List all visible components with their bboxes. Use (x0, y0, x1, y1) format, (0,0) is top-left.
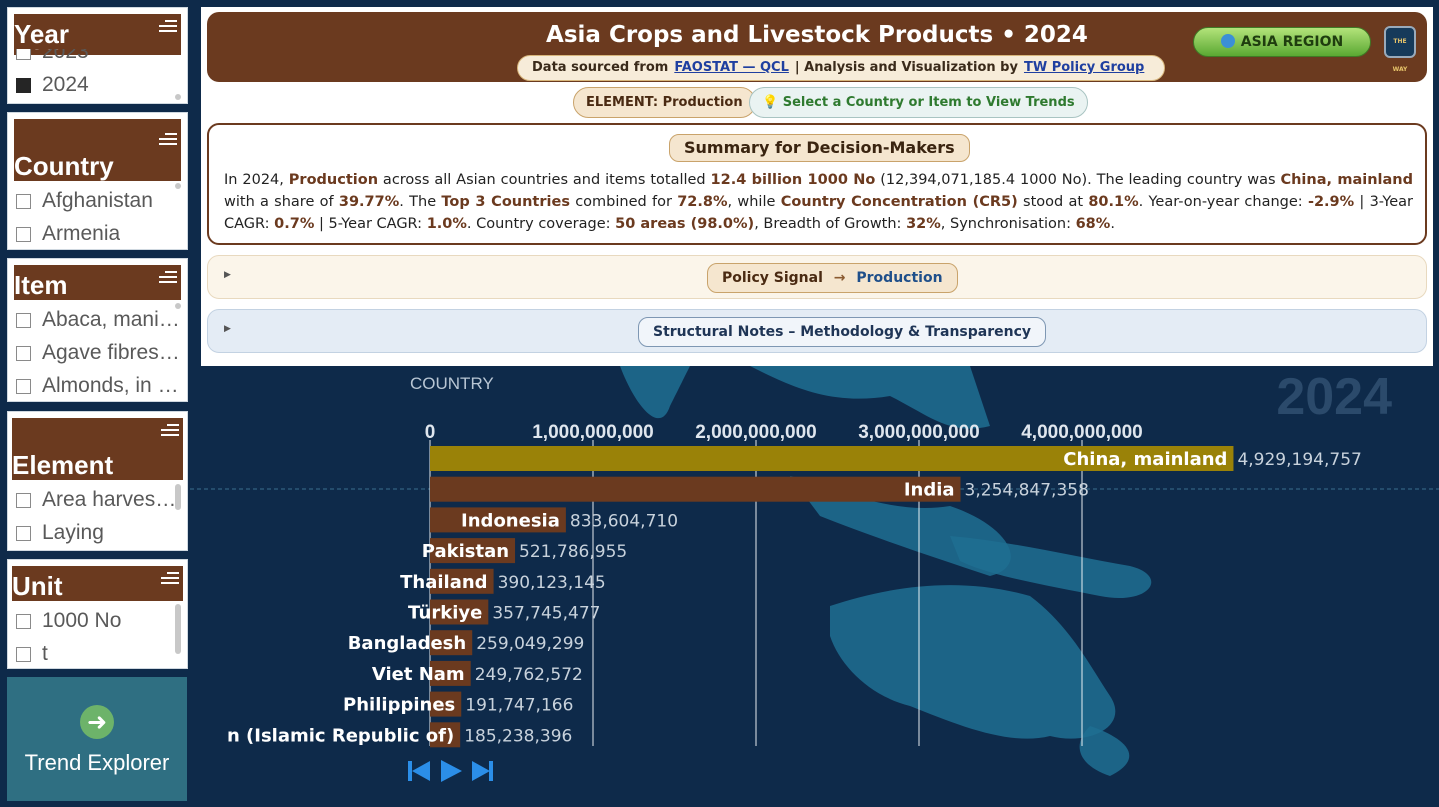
bar-category-label: India (904, 480, 955, 501)
chart-axis-label: COUNTRY (410, 374, 494, 393)
tick-label: 2,000,000,000 (695, 422, 817, 443)
bar-value-label: 4,929,194,757 (1237, 450, 1361, 470)
bar[interactable] (430, 476, 961, 502)
last-icon[interactable] (472, 761, 493, 781)
year-watermark: 2024 (1276, 368, 1392, 426)
first-icon[interactable] (408, 761, 430, 781)
playback-controls (408, 760, 493, 782)
bar-value-label: 833,604,710 (570, 511, 678, 531)
year-slicer-header-cover: Year (14, 14, 181, 49)
bar-chart: COUNTRY 2024 0 1,000,000,000 2,000,000,000… (227, 368, 1392, 782)
bar-category-label: Thailand (400, 572, 487, 593)
bar-value-label: 3,254,847,358 (965, 481, 1089, 501)
bar-value-label: 185,238,396 (464, 726, 572, 746)
bar-category-label: n (Islamic Republic of) (227, 725, 454, 746)
bar-value-label: 191,747,166 (465, 696, 573, 716)
tick-label: 0 (425, 422, 436, 443)
bar-category-label: Pakistan (422, 541, 509, 562)
bar-value-label: 521,786,955 (519, 542, 627, 562)
play-icon[interactable] (441, 760, 462, 782)
menu-icon[interactable] (159, 20, 177, 35)
tick-label: 1,000,000,000 (532, 422, 654, 443)
bar-value-label: 249,762,572 (475, 665, 583, 685)
bar-value-label: 357,745,477 (492, 604, 600, 624)
bar-category-label: Indonesia (461, 510, 560, 531)
bar-value-label: 259,049,299 (476, 634, 584, 654)
bar-category-label: Bangladesh (348, 633, 467, 654)
tick-label: 4,000,000,000 (1021, 422, 1143, 443)
bar-category-label: Viet Nam (372, 664, 465, 685)
bar-category-label: Philippines (343, 695, 455, 716)
bar-value-label: 390,123,145 (498, 573, 606, 593)
tick-label: 3,000,000,000 (858, 422, 980, 443)
bar-category-label: China, mainland (1063, 449, 1227, 470)
bar-category-label: Türkiye (408, 603, 482, 624)
